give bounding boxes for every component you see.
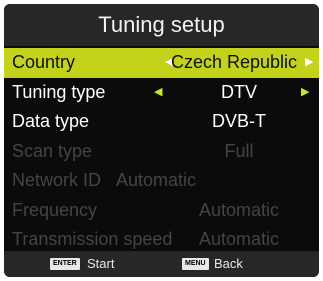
country-row[interactable]: Country ◀ Czech Republic ▶ [4,48,319,78]
tuning-type-value: DTV [221,81,257,102]
back-label: Back [214,256,243,271]
country-right-arrow-icon[interactable]: ▶ [305,48,313,78]
data-type-label: Data type [12,111,90,131]
data-type-value: DVB-T [212,111,266,131]
network-id-label: Network ID [12,170,102,190]
tuning-type-right-arrow-icon[interactable]: ▶ [301,78,309,108]
country-label: Country [12,52,76,72]
network-id-value: Automatic [116,170,197,190]
scan-type-row: Scan type Full [4,137,319,167]
network-id-row: Network ID Automatic [4,166,319,196]
frequency-row: Frequency Automatic [4,196,319,226]
tuning-type-left-arrow-icon[interactable]: ◀ [154,78,162,108]
footer-bar: ENTER Start MENU Back [4,251,319,277]
frequency-label: Frequency [12,199,98,220]
frequency-value: Automatic [198,199,280,220]
tuning-type-label: Tuning type [12,81,106,102]
tuning-setup-panel: Tuning setup Country ◀ Czech Republic ▶ … [4,4,319,277]
enter-key-icon[interactable]: ENTER [50,258,80,270]
country-value: Czech Republic [170,52,298,72]
start-label: Start [87,256,115,271]
settings-list: Country ◀ Czech Republic ▶ Tuning type ◀… [4,48,319,255]
menu-key-icon[interactable]: MENU [182,258,209,270]
scan-type-label: Scan type [12,140,93,161]
data-type-row[interactable]: Data type DVB-T [4,107,319,137]
tuning-type-row[interactable]: Tuning type ◀ DTV ▶ [4,78,319,108]
scan-type-value: Full [224,140,254,161]
menu-title: Tuning setup [4,4,319,46]
